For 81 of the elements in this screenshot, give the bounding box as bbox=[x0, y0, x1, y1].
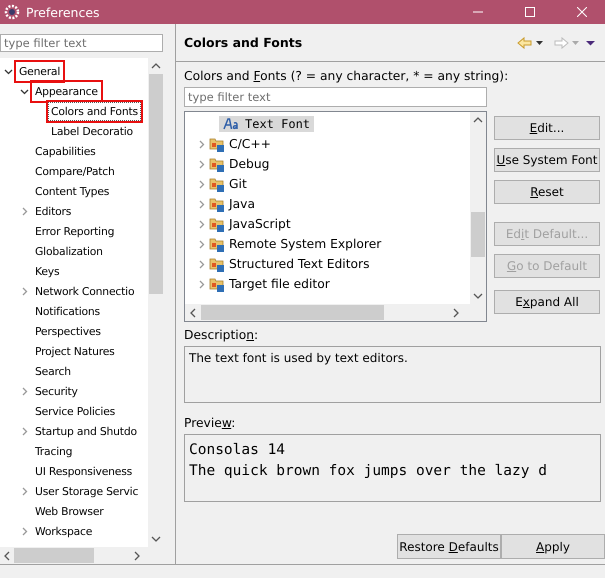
description-box: The text font is used by text editors. bbox=[184, 346, 601, 403]
tree-item[interactable]: Colors and Fonts bbox=[48, 102, 141, 120]
font-item[interactable]: Text Font bbox=[219, 116, 314, 132]
font-icon bbox=[223, 118, 241, 130]
tree-item[interactable]: Project Natures bbox=[32, 342, 118, 360]
tree-item[interactable]: Content Types bbox=[32, 182, 112, 200]
folder-icon bbox=[209, 136, 225, 152]
app-icon bbox=[4, 4, 20, 20]
folder-icon bbox=[209, 196, 225, 212]
tree-item[interactable]: Capabilities bbox=[32, 142, 99, 160]
tree-item[interactable]: Perspectives bbox=[32, 322, 104, 340]
chevron-right-icon[interactable] bbox=[196, 240, 206, 248]
chevron-right-icon[interactable] bbox=[20, 286, 28, 296]
action-button[interactable]: Edit... bbox=[494, 116, 600, 140]
chevron-right-icon[interactable] bbox=[20, 426, 28, 436]
chevron-right-icon[interactable] bbox=[196, 160, 206, 168]
font-category[interactable]: Java bbox=[225, 197, 259, 211]
filter-label: Colors and Fonts (? = any character, * = any string): bbox=[184, 69, 510, 83]
page-title: Colors and Fonts bbox=[184, 35, 304, 50]
chevron-right-icon[interactable] bbox=[20, 386, 28, 396]
chevron-right-icon[interactable] bbox=[196, 140, 206, 148]
font-category[interactable]: Structured Text Editors bbox=[225, 257, 374, 271]
tree-item[interactable]: Compare/Patch bbox=[32, 162, 118, 180]
tree-item[interactable]: Error Reporting bbox=[32, 222, 118, 240]
description-label: Description: bbox=[184, 328, 260, 342]
tree-item[interactable]: General bbox=[16, 62, 64, 80]
folder-icon bbox=[209, 216, 225, 232]
tree-item[interactable]: User Storage Servic bbox=[32, 482, 142, 500]
tree-item[interactable]: Appearance bbox=[32, 82, 101, 100]
chevron-down-icon[interactable] bbox=[4, 66, 12, 76]
dialog-button[interactable]: Apply bbox=[501, 534, 605, 559]
preview-box: Consolas 14 The quick brown fox jumps over the lazy d bbox=[184, 434, 601, 502]
action-button[interactable]: Use System Font bbox=[494, 148, 600, 172]
folder-icon bbox=[209, 156, 225, 172]
window-title: Preferences bbox=[26, 4, 101, 20]
scrollbar-thumb[interactable] bbox=[201, 305, 384, 320]
tree-item[interactable]: UI Responsiveness bbox=[32, 462, 136, 480]
tree-item[interactable]: Workspace bbox=[32, 522, 96, 540]
chevron-right-icon[interactable] bbox=[20, 206, 28, 216]
folder-icon bbox=[209, 236, 225, 252]
font-category[interactable]: Git bbox=[225, 177, 251, 191]
tree-item[interactable]: Security bbox=[32, 382, 81, 400]
chevron-right-icon[interactable] bbox=[20, 526, 28, 536]
chevron-down-icon[interactable] bbox=[20, 86, 28, 96]
tree-item[interactable]: Keys bbox=[32, 262, 62, 280]
action-button[interactable]: Expand All bbox=[494, 290, 600, 314]
tree-item[interactable]: Service Policies bbox=[32, 402, 118, 420]
font-category[interactable]: C/C++ bbox=[225, 137, 275, 151]
scrollbar-thumb[interactable] bbox=[149, 74, 163, 294]
close-icon[interactable] bbox=[577, 7, 587, 17]
folder-icon bbox=[209, 276, 225, 292]
preview-label: Preview: bbox=[184, 416, 236, 430]
chevron-right-icon[interactable] bbox=[20, 486, 28, 496]
font-category[interactable]: Remote System Explorer bbox=[225, 237, 386, 251]
tree-item[interactable]: Network Connectio bbox=[32, 282, 138, 300]
tree-item[interactable]: Startup and Shutdo bbox=[32, 422, 140, 440]
tree-item[interactable]: Tracing bbox=[32, 442, 76, 460]
action-button[interactable]: Reset bbox=[494, 180, 600, 204]
chevron-right-icon[interactable] bbox=[196, 220, 206, 228]
folder-icon bbox=[209, 256, 225, 272]
forward-arrow-icon[interactable] bbox=[553, 36, 569, 50]
tree-item[interactable]: Search bbox=[32, 362, 74, 380]
tree-item[interactable]: Editors bbox=[32, 202, 74, 220]
folder-icon bbox=[209, 176, 225, 192]
tree-item[interactable]: Globalization bbox=[32, 242, 106, 260]
filter-field[interactable]: type filter text bbox=[184, 87, 487, 107]
scrollbar-thumb[interactable] bbox=[14, 548, 94, 563]
filter-field[interactable]: type filter text bbox=[0, 34, 163, 52]
font-category[interactable]: JavaScript bbox=[225, 217, 295, 231]
maximize-icon[interactable] bbox=[525, 7, 535, 17]
tree-item[interactable]: Notifications bbox=[32, 302, 103, 320]
scrollbar-thumb[interactable] bbox=[471, 212, 485, 257]
chevron-right-icon[interactable] bbox=[196, 280, 206, 288]
tree-item[interactable]: Label Decoratio bbox=[48, 122, 136, 140]
tree-item[interactable]: Web Browser bbox=[32, 502, 107, 520]
chevron-right-icon[interactable] bbox=[196, 260, 206, 268]
dialog-button[interactable]: Restore Defaults bbox=[397, 534, 501, 559]
font-category[interactable]: Target file editor bbox=[225, 277, 334, 291]
chevron-right-icon[interactable] bbox=[196, 200, 206, 208]
chevron-right-icon[interactable] bbox=[196, 180, 206, 188]
font-category[interactable]: Debug bbox=[225, 157, 274, 171]
